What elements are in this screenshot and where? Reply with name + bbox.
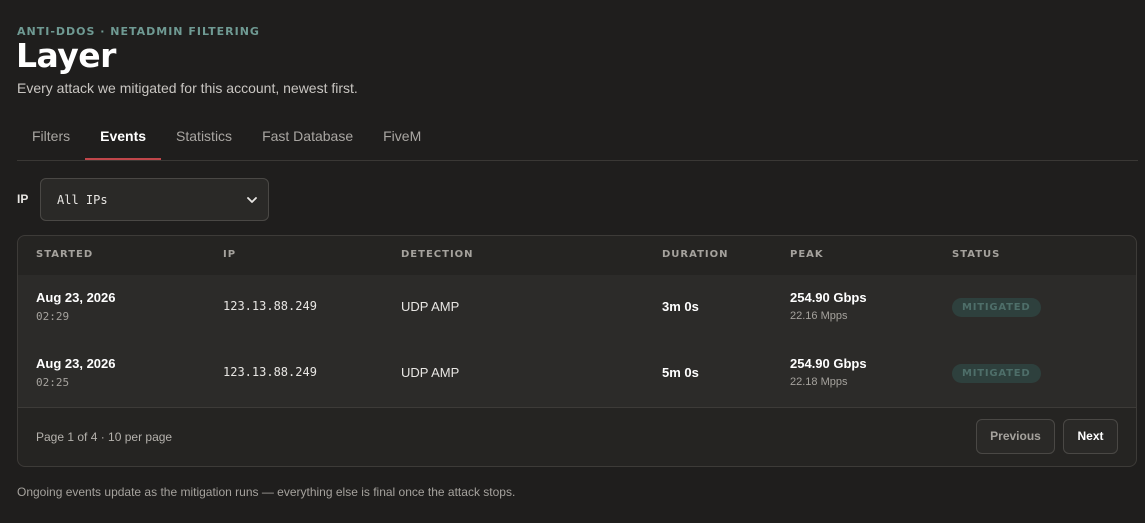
footer-note: Ongoing events update as the mitigation … <box>17 485 516 499</box>
table-row[interactable]: Aug 23, 2026 02:25 123.13.88.249 UDP AMP… <box>18 341 1136 408</box>
ip-filter-label: IP <box>17 192 29 206</box>
started-cell: Aug 23, 2026 02:25 <box>36 356 116 389</box>
event-duration: 5m 0s <box>662 365 699 380</box>
table-header: STARTED IP DETECTION DURATION PEAK STATU… <box>18 236 1136 276</box>
ip-filter-select[interactable]: All IPs <box>40 178 269 221</box>
column-header-duration: DURATION <box>662 249 729 260</box>
peak-cell: 254.90 Gbps 22.18 Mpps <box>790 356 867 388</box>
status-cell: MITIGATED <box>952 363 1041 383</box>
page-title: Layer <box>16 36 116 75</box>
previous-page-button[interactable]: Previous <box>976 419 1055 454</box>
pagination-bar: Page 1 of 4 · 10 per page Previous Next <box>18 407 1136 466</box>
started-cell: Aug 23, 2026 02:29 <box>36 290 116 323</box>
event-detection: UDP AMP <box>401 299 460 314</box>
page-subtitle: Every attack we mitigated for this accou… <box>17 80 358 96</box>
event-peak-bandwidth: 254.90 Gbps <box>790 290 867 305</box>
event-peak-packets: 22.18 Mpps <box>790 376 848 388</box>
event-peak-packets: 22.16 Mpps <box>790 310 848 322</box>
events-table: STARTED IP DETECTION DURATION PEAK STATU… <box>17 235 1137 467</box>
column-header-ip: IP <box>223 249 237 260</box>
next-page-button[interactable]: Next <box>1063 419 1118 454</box>
event-peak-bandwidth: 254.90 Gbps <box>790 356 867 371</box>
column-header-peak: PEAK <box>790 249 824 260</box>
status-badge: MITIGATED <box>952 298 1041 317</box>
event-time: 02:29 <box>36 310 70 323</box>
page: ANTI-DDOS · NETADMIN FILTERING Layer Eve… <box>0 0 1145 523</box>
tab-statistics[interactable]: Statistics <box>161 115 247 159</box>
table-row[interactable]: Aug 23, 2026 02:29 123.13.88.249 UDP AMP… <box>18 275 1136 342</box>
event-date: Aug 23, 2026 <box>36 290 116 305</box>
status-cell: MITIGATED <box>952 297 1041 317</box>
event-ip: 123.13.88.249 <box>223 299 317 313</box>
status-badge: MITIGATED <box>952 364 1041 383</box>
tab-events[interactable]: Events <box>85 115 161 160</box>
event-detection: UDP AMP <box>401 365 460 380</box>
peak-cell: 254.90 Gbps 22.16 Mpps <box>790 290 867 322</box>
tab-bar: Filters Events Statistics Fast Database … <box>17 115 1138 161</box>
ip-filter-value: All IPs <box>57 192 108 207</box>
chevron-down-icon <box>247 196 257 203</box>
pagination-info: Page 1 of 4 · 10 per page <box>36 430 173 444</box>
event-ip: 123.13.88.249 <box>223 365 317 379</box>
event-time: 02:25 <box>36 376 70 389</box>
tab-fast-database[interactable]: Fast Database <box>247 115 368 159</box>
column-header-started: STARTED <box>36 249 94 260</box>
tab-filters[interactable]: Filters <box>17 115 85 159</box>
column-header-status: STATUS <box>952 249 1001 260</box>
event-date: Aug 23, 2026 <box>36 356 116 371</box>
column-header-detection: DETECTION <box>401 249 474 260</box>
event-duration: 3m 0s <box>662 299 699 314</box>
tab-fivem[interactable]: FiveM <box>368 115 436 159</box>
